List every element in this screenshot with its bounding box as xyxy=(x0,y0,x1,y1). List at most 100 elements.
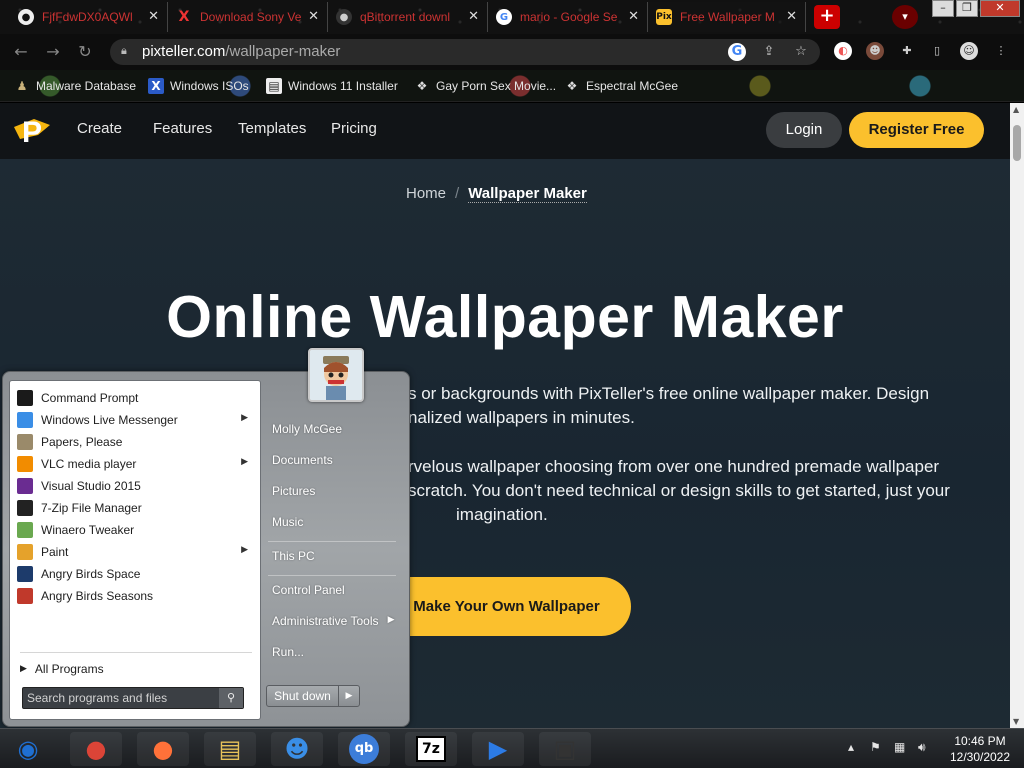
menu-kebab-icon[interactable]: ⋮ xyxy=(992,42,1010,60)
x-icon: X xyxy=(178,9,190,25)
url-text[interactable]: pixteller.com/wallpaper-maker xyxy=(142,43,340,60)
bookmark-item[interactable]: ▤ Windows 11 Installer xyxy=(266,76,398,96)
start-search-box[interactable]: ⚲ xyxy=(22,687,244,709)
start-menu-item[interactable]: Paint ▶ xyxy=(14,541,258,563)
nav-features[interactable]: Features xyxy=(153,120,212,137)
7zip-icon[interactable]: 7z xyxy=(405,732,457,766)
start-menu-item[interactable]: Papers, Please xyxy=(14,431,258,453)
breadcrumb: Home / Wallpaper Maker xyxy=(406,185,587,203)
start-menu-item[interactable]: Windows Live Messenger ▶ xyxy=(14,409,258,431)
search-icon[interactable]: ⚲ xyxy=(219,688,243,708)
bookmark-item[interactable]: ♟ Malware Database xyxy=(14,76,136,96)
nav-create[interactable]: Create xyxy=(77,120,122,137)
puzzle-extensions-icon[interactable]: ✚ xyxy=(898,42,916,60)
start-menu-item[interactable]: 7-Zip File Manager xyxy=(14,497,258,519)
start-menu-place-4[interactable]: This PC xyxy=(272,549,315,563)
user-avatar[interactable] xyxy=(308,348,364,402)
visual-studio-icon xyxy=(17,478,33,494)
browser-tab-active[interactable]: Pix Free Wallpaper M ✕ xyxy=(648,2,806,32)
start-menu-item[interactable]: Angry Birds Seasons xyxy=(14,585,258,607)
nav-templates[interactable]: Templates xyxy=(238,120,306,137)
address-bar[interactable]: 🔒︎ pixteller.com/wallpaper-maker G ⇪ ☆ xyxy=(110,39,820,65)
bookmark-label: Espectral McGee xyxy=(586,79,679,93)
start-menu-item[interactable]: Winaero Tweaker xyxy=(14,519,258,541)
share-icon[interactable]: ⇪ xyxy=(760,43,778,61)
nav-pricing[interactable]: Pricing xyxy=(331,120,377,137)
close-tab-icon[interactable]: ✕ xyxy=(148,9,159,24)
volume-icon[interactable]: 🔊︎ xyxy=(918,740,926,755)
monitor-app-icon[interactable]: ▣ xyxy=(539,732,591,766)
window-controls: – ❐ ✕ xyxy=(932,0,1020,17)
bookmark-item[interactable]: X Windows ISOs xyxy=(148,76,249,96)
new-tab-button[interactable]: + xyxy=(814,5,840,29)
network-icon[interactable]: ▦ xyxy=(894,740,905,754)
start-menu-item[interactable]: Visual Studio 2015 xyxy=(14,475,258,497)
maximize-button[interactable]: ❐ xyxy=(956,0,978,17)
file-explorer-icon[interactable]: ▤ xyxy=(204,732,256,766)
start-menu-place-2[interactable]: Pictures xyxy=(272,484,315,498)
close-tab-icon[interactable]: ✕ xyxy=(786,9,797,24)
extension-icon[interactable]: ◐ xyxy=(834,42,852,60)
register-button[interactable]: Register Free xyxy=(849,112,984,148)
chrome-icon[interactable]: ● xyxy=(70,732,122,766)
show-hidden-icons-icon[interactable]: ▴ xyxy=(848,740,854,754)
scrollbar-thumb[interactable] xyxy=(1013,125,1021,161)
google-lens-icon[interactable]: G xyxy=(728,43,746,61)
qbittorrent-icon[interactable]: qb xyxy=(338,732,390,766)
start-search-input[interactable] xyxy=(27,690,215,706)
profile-avatar-icon[interactable]: ☺ xyxy=(960,42,978,60)
pixteller-icon: Pix xyxy=(656,9,672,25)
start-menu-place-0[interactable]: Molly McGee xyxy=(272,422,342,436)
close-tab-icon[interactable]: ✕ xyxy=(308,9,319,24)
start-menu-item[interactable]: Command Prompt xyxy=(14,387,258,409)
side-panel-icon[interactable]: ▯ xyxy=(928,42,946,60)
all-programs-button[interactable]: ▶ All Programs xyxy=(20,659,104,679)
bookmark-item[interactable]: ❖ Espectral McGee xyxy=(564,76,678,96)
close-tab-icon[interactable]: ✕ xyxy=(468,9,479,24)
system-clock[interactable]: 10:46 PM 12/30/2022 xyxy=(942,733,1018,765)
scroll-up-icon[interactable]: ▲ xyxy=(1013,105,1019,114)
start-menu-item-label: Command Prompt xyxy=(41,391,139,405)
start-menu-item-label: Angry Birds Space xyxy=(41,567,141,581)
firefox-icon[interactable]: ● xyxy=(137,732,189,766)
tab-search-button[interactable]: ▾ xyxy=(892,5,918,29)
browser-tab[interactable]: G mario - Google Se ✕ xyxy=(488,2,648,32)
page-scrollbar[interactable]: ▲ ▼ xyxy=(1010,103,1024,728)
sony-vegas-icon[interactable]: ▶ xyxy=(472,732,524,766)
close-tab-icon[interactable]: ✕ xyxy=(628,9,639,24)
bookmark-star-icon[interactable]: ☆ xyxy=(792,43,810,61)
start-orb-icon[interactable]: ◉ xyxy=(8,732,48,766)
login-button[interactable]: Login xyxy=(766,112,842,148)
taskbar: ◉ ● ● ▤ ☻ qb 7z ▶ ▣ ▴ ⚑ ▦ 🔊︎ 10:46 PM 12/30/2022 xyxy=(0,728,1024,768)
start-menu-place-3[interactable]: Music xyxy=(272,515,303,529)
action-center-flag-icon[interactable]: ⚑ xyxy=(870,740,881,754)
shutdown-button[interactable]: Shut down xyxy=(267,686,339,706)
profile-extension-icon[interactable]: ☻ xyxy=(866,42,884,60)
start-menu-place-7[interactable]: Run... xyxy=(272,645,304,659)
bookmark-label: Malware Database xyxy=(36,79,137,93)
browser-tab[interactable]: X Download Sony Ve ✕ xyxy=(168,2,328,32)
vlc-icon xyxy=(17,456,33,472)
browser-tab[interactable]: ● FjfFdwDX0AQWl ✕ xyxy=(10,2,168,32)
start-menu-item[interactable]: Angry Birds Space xyxy=(14,563,258,585)
divider xyxy=(268,541,396,542)
start-menu-place-1[interactable]: Documents xyxy=(272,453,333,467)
close-window-button[interactable]: ✕ xyxy=(980,0,1020,17)
bookmark-item[interactable]: ❖ Gay Porn Sex Movie... xyxy=(414,76,556,96)
messenger-icon[interactable]: ☻ xyxy=(271,732,323,766)
browser-tab[interactable]: ● qBittorrent downl ✕ xyxy=(328,2,488,32)
google-icon: G xyxy=(496,9,512,25)
tab-title: FjfFdwDX0AQWl xyxy=(42,10,133,24)
start-menu-item[interactable]: VLC media player ▶ xyxy=(14,453,258,475)
scroll-down-icon[interactable]: ▼ xyxy=(1013,717,1019,726)
reload-icon[interactable]: ↻ xyxy=(74,42,96,64)
minimize-button[interactable]: – xyxy=(932,0,954,17)
start-menu-place-6[interactable]: Administrative Tools ▶ xyxy=(272,614,395,628)
back-arrow-icon[interactable]: ← xyxy=(10,42,32,64)
shutdown-options-arrow-icon[interactable]: ▶ xyxy=(339,686,359,706)
breadcrumb-home[interactable]: Home xyxy=(406,185,446,202)
pixteller-logo[interactable]: P xyxy=(12,113,52,149)
forward-arrow-icon[interactable]: → xyxy=(42,42,64,64)
submenu-arrow-icon: ▶ xyxy=(241,457,248,467)
start-menu-place-5[interactable]: Control Panel xyxy=(272,583,345,597)
